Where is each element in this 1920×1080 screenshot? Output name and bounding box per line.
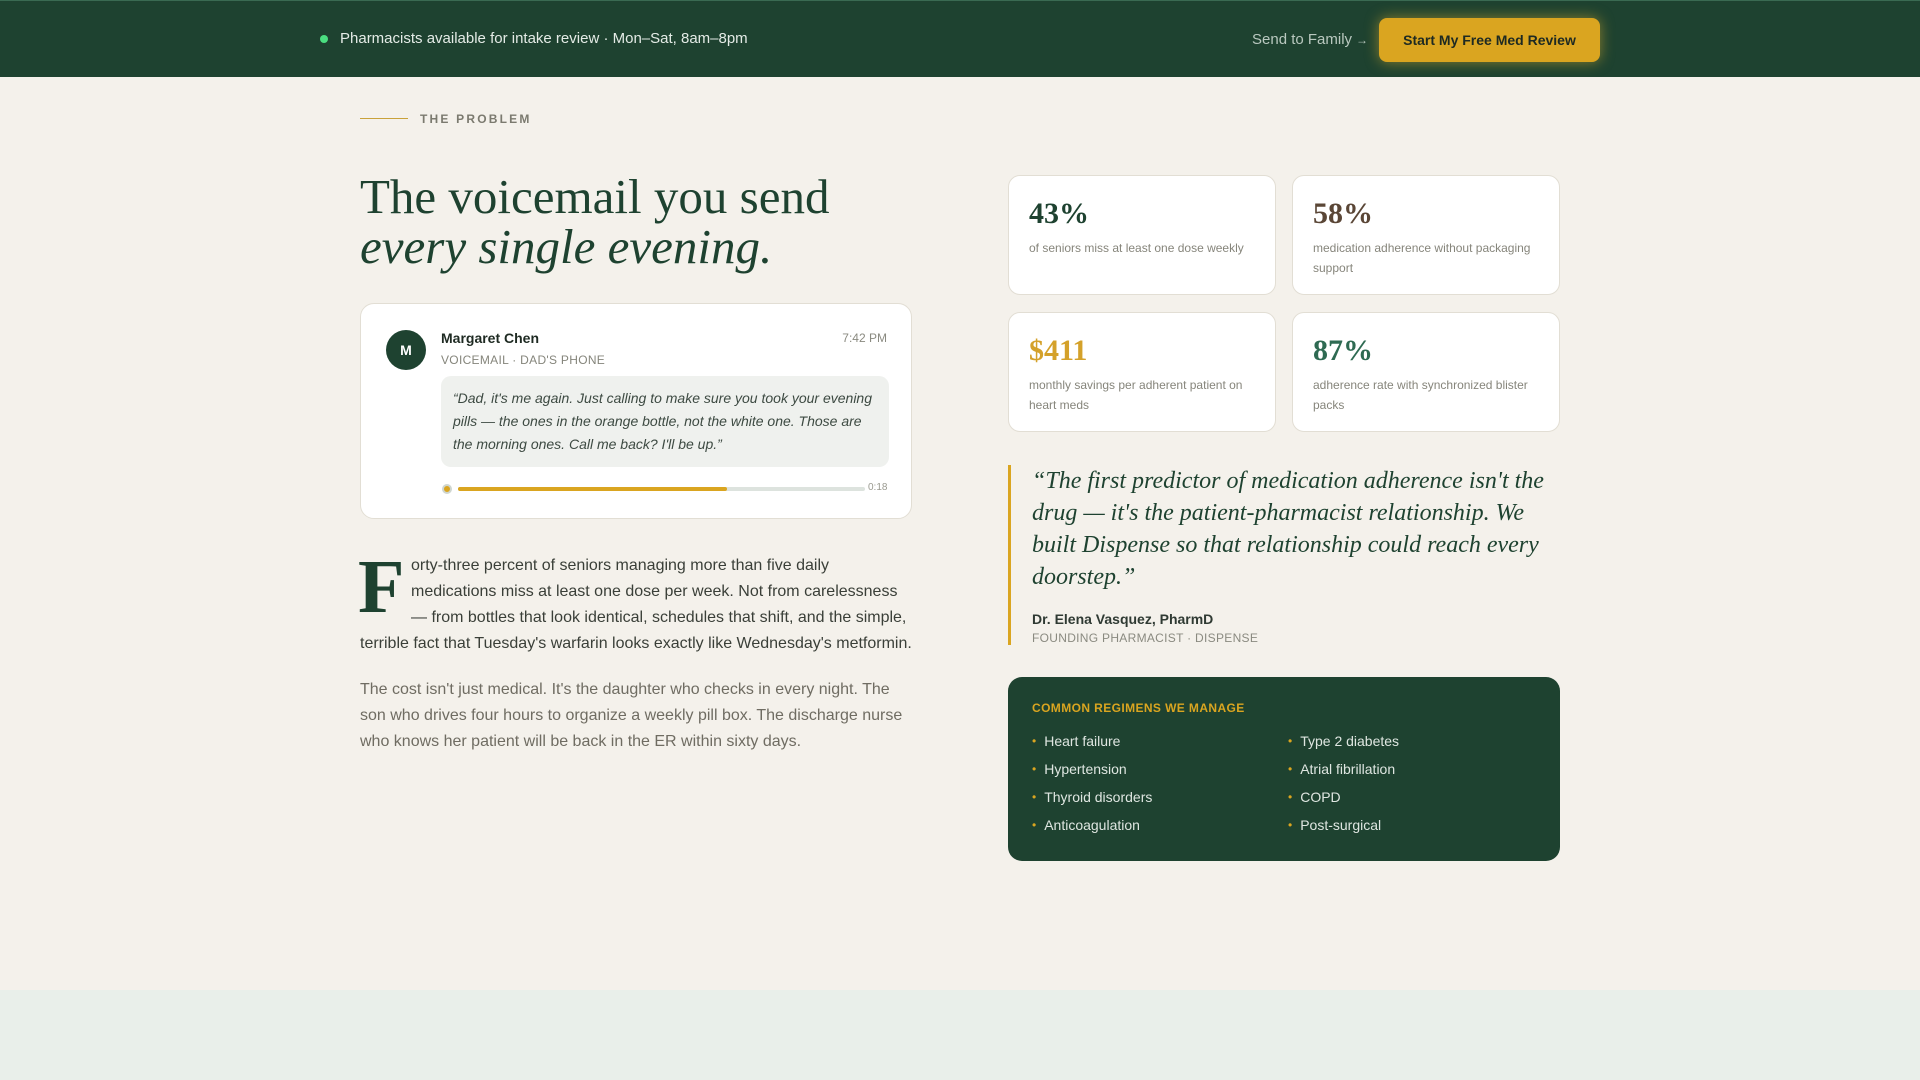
body-paragraph-1-text: orty-three percent of seniors managing m…	[360, 557, 912, 652]
quote-author: Dr. Elena Vasquez, PharmD	[1032, 611, 1214, 627]
stat-value: 43%	[1029, 197, 1089, 230]
top-bar: Pharmacists available for intake review …	[0, 0, 1920, 77]
regimen-label: Type 2 diabetes	[1300, 733, 1400, 749]
list-item: • Heart failure	[1032, 732, 1288, 750]
quote-accent-bar	[1008, 465, 1011, 645]
regimen-label: Anticoagulation	[1044, 817, 1140, 833]
availability-status-text: Pharmacists available for intake review …	[340, 30, 748, 47]
bullet-icon: •	[1288, 734, 1293, 748]
list-item: • Hypertension	[1032, 760, 1288, 778]
bullet-icon: •	[1032, 790, 1037, 804]
list-item: • Atrial fibrillation	[1288, 760, 1544, 778]
next-section-band	[0, 990, 1920, 1080]
stat-value: 58%	[1313, 197, 1373, 230]
regimens-list: • Heart failure • Type 2 diabetes • Hyperte…	[1032, 732, 1542, 834]
voicemail-timestamp: 7:42 PM	[842, 331, 887, 345]
quote-author-role: FOUNDING PHARMACIST · DISPENSE	[1032, 631, 1259, 645]
list-item: • COPD	[1288, 788, 1544, 806]
stat-card: 43% of seniors miss at least one dose we…	[1008, 175, 1276, 295]
regimens-title: COMMON REGIMENS WE MANAGE	[1032, 701, 1245, 715]
list-item: • Type 2 diabetes	[1288, 732, 1544, 750]
regimen-label: Hypertension	[1044, 761, 1127, 777]
arrow-right-icon: →	[1356, 33, 1369, 47]
voicemail-card: M Margaret Chen 7:42 PM VOICEMAIL · DAD'…	[360, 303, 912, 519]
list-item: • Post-surgical	[1288, 816, 1544, 834]
section-label: THE PROBLEM	[420, 112, 532, 126]
regimen-label: Heart failure	[1044, 733, 1121, 749]
start-med-review-button[interactable]: Start My Free Med Review	[1379, 18, 1600, 62]
pull-quote: “The first predictor of medication adher…	[1032, 468, 1544, 590]
send-to-family-link[interactable]: Send to Family →	[1252, 31, 1368, 48]
page-headline: The voicemail you send every single even…	[360, 172, 829, 272]
headline-line-1: The voicemail you send	[360, 169, 830, 224]
stat-description: monthly savings per adherent patient on …	[1029, 378, 1243, 412]
section-label-rule	[360, 118, 408, 119]
body-paragraph-2: The cost isn't just medical. It's the da…	[360, 681, 903, 750]
bullet-icon: •	[1032, 818, 1037, 832]
stat-value: 87%	[1313, 334, 1373, 367]
bullet-icon: •	[1288, 818, 1293, 832]
regimens-card: COMMON REGIMENS WE MANAGE • Heart failure…	[1008, 677, 1560, 861]
bullet-icon: •	[1288, 790, 1293, 804]
send-to-family-label: Send to Family	[1252, 31, 1353, 48]
bullet-icon: •	[1032, 762, 1037, 776]
play-icon[interactable]	[442, 484, 452, 494]
drop-cap-spacer	[360, 553, 411, 631]
regimen-label: Thyroid disorders	[1044, 789, 1153, 805]
avatar: M	[386, 330, 426, 370]
voicemail-progress-fill	[458, 487, 727, 491]
availability-status-dot-icon	[320, 35, 328, 43]
list-item: • Thyroid disorders	[1032, 788, 1288, 806]
list-item: • Anticoagulation	[1032, 816, 1288, 834]
voicemail-progress-track[interactable]	[458, 487, 865, 491]
stat-card: 58% medication adherence without packagi…	[1292, 175, 1560, 295]
stat-card: 87% adherence rate with synchronized bli…	[1292, 312, 1560, 432]
stat-description: of seniors miss at least one dose weekly	[1029, 241, 1244, 255]
voicemail-duration: 0:18	[868, 482, 888, 493]
bullet-icon: •	[1288, 762, 1293, 776]
regimen-label: COPD	[1300, 789, 1341, 805]
stat-description: adherence rate with synchronized blister…	[1313, 378, 1528, 412]
stat-card: $411 monthly savings per adherent patien…	[1008, 312, 1276, 432]
bullet-icon: •	[1032, 734, 1037, 748]
voicemail-caller-name: Margaret Chen	[441, 330, 540, 346]
regimen-label: Atrial fibrillation	[1300, 761, 1396, 777]
stat-value: $411	[1029, 334, 1088, 367]
body-paragraph-1: orty-three percent of seniors managing m…	[360, 553, 916, 657]
headline-line-2: every single evening.	[360, 219, 773, 274]
regimen-label: Post-surgical	[1300, 817, 1382, 833]
voicemail-source: VOICEMAIL · DAD'S PHONE	[441, 353, 606, 367]
voicemail-transcript: “Dad, it's me again. Just calling to mak…	[441, 376, 889, 467]
stat-description: medication adherence without packaging s…	[1313, 241, 1531, 275]
